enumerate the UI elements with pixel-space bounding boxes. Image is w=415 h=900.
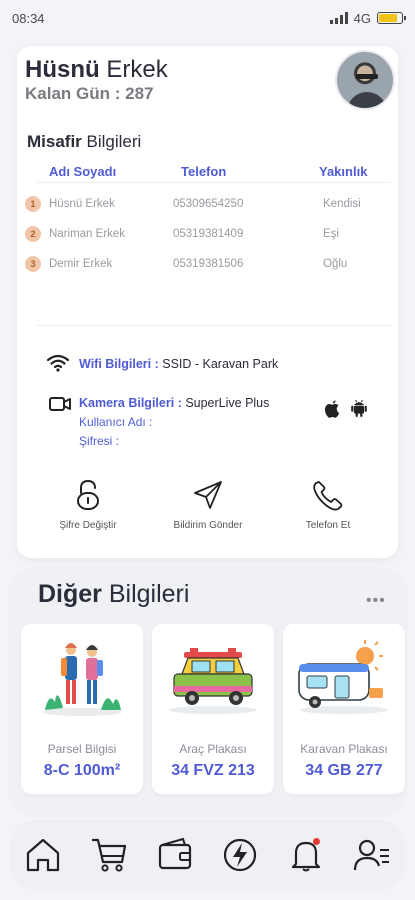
wallet-icon — [158, 837, 191, 870]
column-header-name: Adı Soyadı — [49, 164, 117, 179]
unlock-icon — [77, 479, 99, 510]
user-list-icon — [353, 839, 390, 871]
action-label: Telefon Et — [305, 520, 351, 531]
remaining-days: Kalan Gün : 287 — [25, 84, 154, 103]
other-title-bold: Diğer — [38, 580, 102, 608]
tab-energy[interactable] — [220, 835, 260, 875]
user-first-name: Hüsnü — [25, 56, 100, 83]
action-label: Bildirim Gönder — [173, 520, 243, 531]
status-indicators: 4G — [329, 10, 406, 26]
camera-username-label: Kullanıcı Adı : — [79, 415, 153, 429]
guest-name: Hüsnü Erkek — [49, 198, 115, 210]
camera-password-label: Şifresi : — [79, 434, 120, 448]
apple-icon[interactable] — [323, 398, 341, 418]
android-icon[interactable] — [349, 398, 369, 418]
status-time: 08:34 — [12, 10, 45, 26]
tile-label: Karavan Plakası — [300, 742, 388, 756]
guest-name: Nariman Erkek — [49, 228, 126, 240]
signal-icon — [329, 12, 348, 24]
section-divider — [37, 325, 392, 326]
parcel-tile[interactable]: Parsel Bilgisi 8-C 100m² — [21, 624, 143, 794]
tile-label: Parsel Bilgisi — [47, 742, 117, 756]
caravan-tile[interactable]: Karavan Plakası 34 GB 277 — [283, 624, 405, 794]
column-header-phone: Telefon — [181, 164, 227, 179]
guest-title-rest: Bilgileri — [86, 132, 142, 151]
avatar[interactable] — [335, 50, 395, 110]
wifi-value: SSID - Karavan Park — [162, 357, 279, 371]
car-illustration — [169, 648, 257, 714]
tab-home[interactable] — [23, 835, 63, 875]
send-notification-button[interactable]: Bildirim Gönder — [153, 478, 263, 531]
battery-icon — [377, 12, 406, 24]
guest-row: 1 Hüsnü Erkek 05309654250 Kendisi — [25, 194, 395, 214]
guest-phone: 05319381409 — [173, 228, 244, 240]
status-bar: 08:34 4G — [0, 0, 415, 36]
row-index-badge: 1 — [25, 196, 41, 212]
wifi-info: Wifi Bilgileri : SSID - Karavan Park — [79, 357, 278, 371]
camera-icon — [49, 397, 71, 411]
action-label: Şifre Değiştir — [59, 520, 117, 531]
hikers-illustration — [42, 643, 122, 716]
send-icon — [194, 481, 222, 509]
column-header-relation: Yakınlık — [319, 164, 368, 179]
header-divider — [37, 182, 391, 183]
network-label: 4G — [353, 10, 371, 26]
user-name: Hüsnü Erkek — [25, 56, 168, 84]
call-button[interactable]: Telefon Et — [273, 478, 383, 531]
lightning-icon — [224, 838, 257, 872]
tile-value: 34 GB 277 — [305, 762, 383, 779]
guest-name: Demir Erkek — [49, 258, 113, 270]
vehicle-tile[interactable]: Araç Plakası 34 FVZ 213 — [152, 624, 274, 794]
guest-relation: Kendisi — [323, 198, 361, 210]
guest-phone: 05309654250 — [173, 198, 244, 210]
guest-phone: 05319381506 — [173, 258, 244, 270]
cart-icon — [91, 838, 126, 872]
guest-row: 3 Demir Erkek 05319381506 Oğlu — [25, 254, 395, 274]
more-options-icon[interactable]: ••• — [366, 592, 386, 610]
tab-cart[interactable] — [89, 835, 129, 875]
tile-label: Araç Plakası — [179, 742, 247, 756]
camera-info: Kamera Bilgileri : SuperLive Plus — [79, 396, 269, 410]
wifi-label: Wifi Bilgileri : — [79, 357, 159, 371]
guest-relation: Eşi — [323, 228, 339, 240]
camera-value: SuperLive Plus — [185, 396, 270, 410]
row-index-badge: 3 — [25, 256, 41, 272]
avatar-shirt — [347, 92, 387, 108]
tab-profile[interactable] — [352, 835, 392, 875]
home-icon — [26, 838, 60, 872]
tile-value: 8-C 100m² — [43, 762, 121, 779]
camera-label: Kamera Bilgileri : — [79, 396, 182, 410]
guest-relation: Oğlu — [323, 258, 348, 270]
user-last-name: Erkek — [106, 56, 168, 83]
tab-wallet[interactable] — [155, 835, 195, 875]
wifi-icon — [47, 354, 69, 372]
caravan-illustration — [298, 640, 388, 714]
other-title-rest: Bilgileri — [108, 580, 190, 608]
main-card: Hüsnü Erkek Kalan Gün : 287 Misafir Bilg… — [17, 46, 398, 558]
change-password-button[interactable]: Şifre Değiştir — [33, 478, 143, 531]
tab-notifications[interactable] — [286, 835, 326, 875]
guest-row: 2 Nariman Erkek 05319381409 Eşi — [25, 224, 395, 244]
guest-title-bold: Misafir — [27, 132, 82, 151]
guest-section-title: Misafir Bilgileri — [27, 132, 141, 152]
other-section-title: Diğer Bilgileri — [38, 580, 189, 609]
phone-icon — [313, 481, 343, 511]
tile-value: 34 FVZ 213 — [171, 762, 255, 779]
avatar-glasses — [356, 74, 378, 79]
bottom-tab-bar — [10, 820, 405, 890]
row-index-badge: 2 — [25, 226, 41, 242]
